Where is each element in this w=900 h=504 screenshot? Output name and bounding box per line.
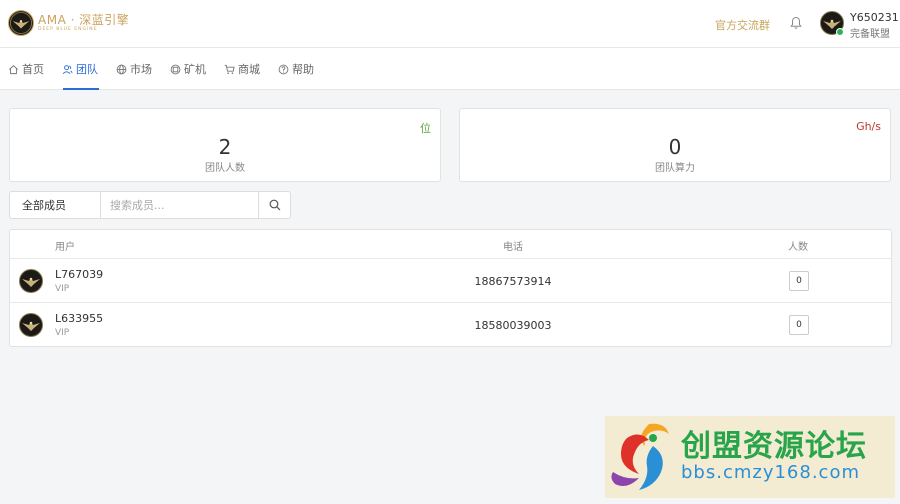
nav-shop[interactable]: 商城: [224, 48, 260, 90]
nav-home[interactable]: 首页: [8, 48, 44, 90]
team-size-card: 位 2 团队人数: [9, 108, 441, 182]
help-icon: [278, 64, 289, 74]
forum-logo-icon: [611, 423, 669, 490]
nav-help[interactable]: 帮助: [278, 48, 314, 90]
column-header-count: 人数: [788, 242, 808, 253]
logo-title: AMA · 深蓝引擎: [38, 12, 130, 27]
search-icon: [269, 199, 280, 211]
nav-team[interactable]: 团队: [62, 48, 98, 90]
team-size-label: 团队人数: [205, 163, 245, 174]
nav-miner[interactable]: 矿机: [170, 48, 206, 90]
main-nav: 首页 团队 市场 矿机 商城 帮助: [0, 48, 900, 90]
bell-icon[interactable]: [790, 16, 802, 30]
miner-icon: [170, 64, 181, 74]
top-bar: AMA · 深蓝引擎 DEEP BLUE ENGINE 官方交流群 Y65023…: [0, 0, 900, 48]
active-tab-indicator: [63, 88, 99, 90]
forum-watermark: 创盟资源论坛 bbs.cmzy168.com: [605, 416, 895, 498]
forum-title: 创盟资源论坛: [681, 428, 867, 464]
globe-icon: [116, 64, 127, 74]
home-icon: [9, 64, 18, 74]
official-group-link[interactable]: 官方交流群: [715, 17, 770, 33]
team-hashrate-card: Gh/s 0 团队算力: [459, 108, 891, 182]
table-row[interactable]: L767039 VIP 18867573914 0: [10, 258, 891, 302]
forum-url: bbs.cmzy168.com: [681, 462, 861, 484]
logo-subtitle: DEEP BLUE ENGINE: [38, 26, 98, 32]
member-phone: 18867573914: [474, 275, 552, 288]
unit-label: Gh/s: [856, 120, 881, 133]
logo-emblem-icon: [8, 10, 34, 36]
member-count-badge[interactable]: 0: [789, 315, 809, 335]
team-hashrate-label: 团队算力: [655, 163, 695, 174]
cart-icon: [224, 64, 235, 74]
app-logo[interactable]: AMA · 深蓝引擎 DEEP BLUE ENGINE: [8, 10, 129, 36]
user-id[interactable]: Y650231: [850, 11, 899, 24]
column-header-phone: 电话: [503, 242, 523, 253]
column-header-user: 用户: [55, 242, 75, 253]
nav-label: 市场: [130, 63, 152, 76]
members-table: 用户 电话 人数 L767039 VIP 18867573914 0 L6339…: [9, 229, 892, 347]
nav-label: 团队: [76, 63, 98, 76]
team-hashrate-value: 0: [668, 135, 682, 159]
team-size-value: 2: [218, 135, 232, 159]
member-filter: 全部成员: [9, 191, 291, 219]
online-status-dot: [836, 28, 844, 36]
nav-label: 首页: [22, 63, 44, 76]
member-phone: 18580039003: [474, 319, 552, 332]
search-button[interactable]: [259, 191, 291, 219]
member-search-input[interactable]: [101, 191, 259, 219]
nav-label: 帮助: [292, 63, 314, 76]
member-count-badge[interactable]: 0: [789, 271, 809, 291]
unit-label: 位: [420, 122, 431, 135]
team-icon: [62, 64, 73, 74]
nav-market[interactable]: 市场: [116, 48, 152, 90]
nav-label: 商城: [238, 63, 260, 76]
nav-label: 矿机: [184, 63, 206, 76]
member-type-select[interactable]: 全部成员: [9, 191, 101, 219]
table-row[interactable]: L633955 VIP 18580039003 0: [10, 302, 891, 346]
user-subtitle: 完备联盟: [850, 29, 890, 40]
